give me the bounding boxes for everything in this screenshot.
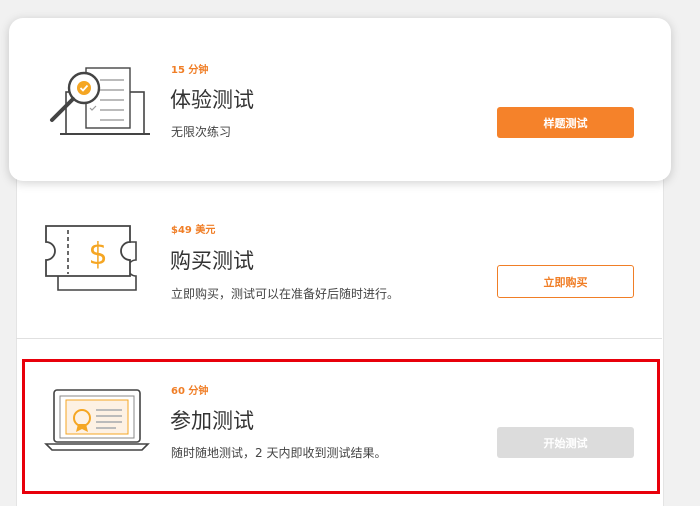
section-divider bbox=[16, 338, 662, 339]
svg-text:$: $ bbox=[88, 237, 107, 272]
trial-title: 体验测试 bbox=[170, 88, 254, 112]
trial-description: 无限次练习 bbox=[171, 125, 232, 139]
purchase-price: $49 美元 bbox=[171, 225, 216, 236]
purchase-title: 购买测试 bbox=[170, 249, 254, 273]
highlight-box bbox=[22, 359, 660, 494]
purchase-description: 立即购买，测试可以在准备好后随时进行。 bbox=[171, 287, 400, 301]
trial-duration: 15 分钟 bbox=[171, 65, 209, 76]
ticket-dollar-icon: $ bbox=[45, 225, 137, 291]
sample-test-button[interactable]: 样题测试 bbox=[497, 107, 634, 138]
buy-now-button[interactable]: 立即购买 bbox=[497, 265, 634, 298]
magnifier-checklist-icon bbox=[50, 67, 150, 135]
